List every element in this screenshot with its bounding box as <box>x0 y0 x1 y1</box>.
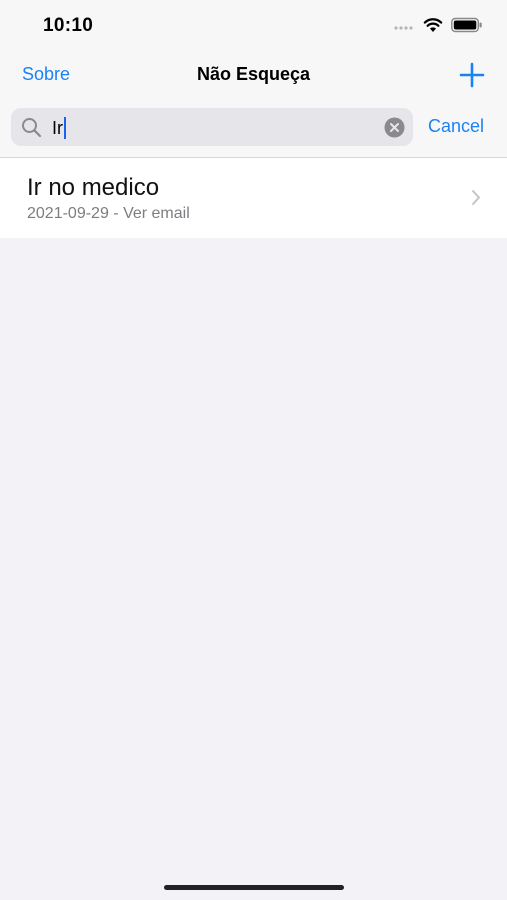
clear-icon[interactable] <box>384 117 405 138</box>
battery-icon <box>451 17 482 33</box>
status-icons <box>393 17 483 33</box>
page-title: Não Esqueça <box>196 64 311 84</box>
list-item-subtitle: 2021-09-29 - Ver email <box>27 205 190 222</box>
list-item[interactable]: Ir no medico 2021-09-29 - Ver email <box>0 158 507 238</box>
chevron-right-icon <box>472 190 480 205</box>
search-input[interactable]: Ir <box>11 108 413 146</box>
status-time: 10:10 <box>43 15 94 36</box>
list-item-title: Ir no medico <box>27 174 160 201</box>
search-query[interactable]: Ir <box>52 117 66 139</box>
navigation-bar: Sobre Não Esqueça <box>0 54 507 98</box>
search-bar: Ir Cancel <box>0 98 507 158</box>
results-list: Ir no medico 2021-09-29 - Ver email <box>0 158 507 238</box>
plus-icon[interactable] <box>459 62 485 88</box>
search-icon <box>22 118 42 138</box>
home-indicator[interactable] <box>164 885 344 890</box>
status-bar: 10:10 <box>0 0 507 54</box>
search-query-text: Ir <box>52 117 63 138</box>
cancel-button[interactable]: Cancel <box>428 116 484 137</box>
text-caret <box>64 117 66 139</box>
cellular-signal-icon <box>394 26 413 30</box>
wifi-icon <box>423 18 443 32</box>
